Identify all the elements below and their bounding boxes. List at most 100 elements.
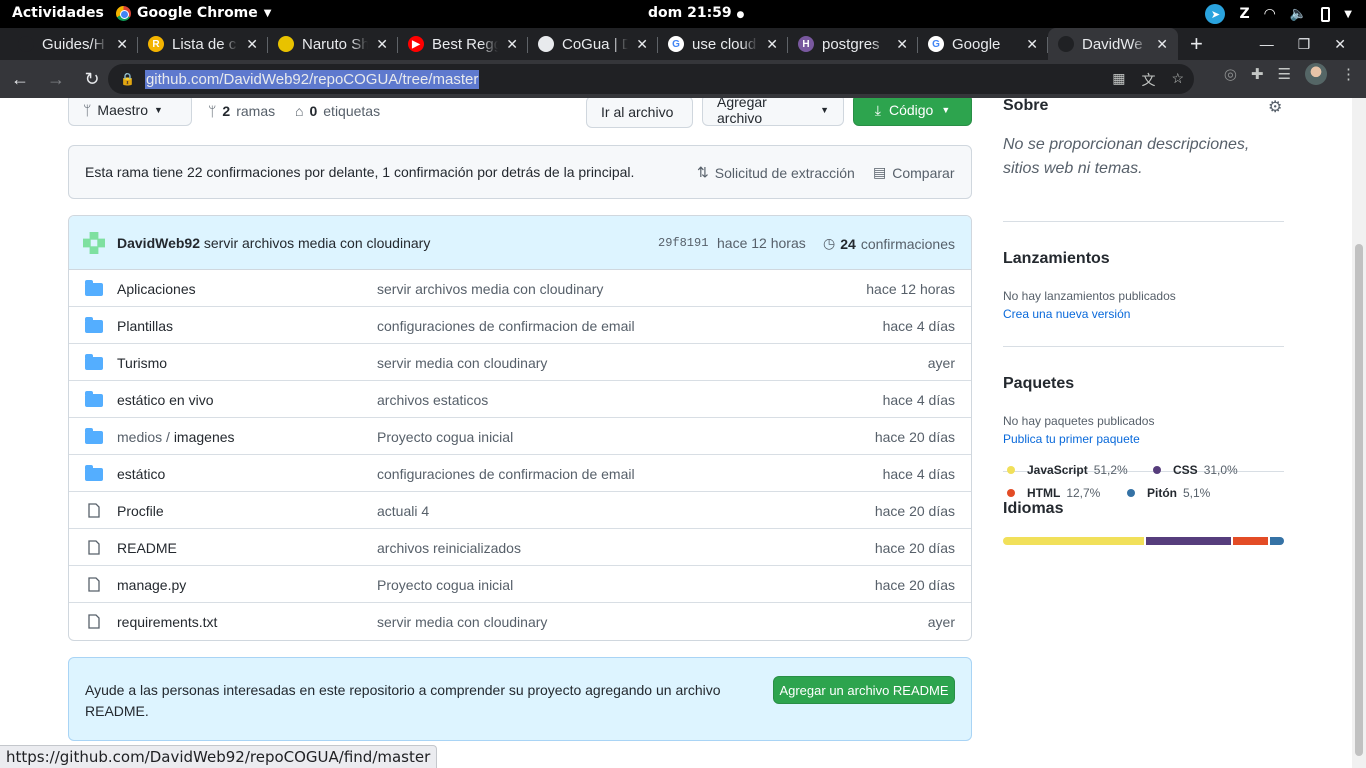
close-tab-icon[interactable]: ✕ — [376, 36, 388, 53]
maximize-icon[interactable]: ❐ — [1298, 36, 1311, 53]
file-name-cell[interactable]: estático — [117, 466, 165, 482]
menu-kebab-icon[interactable]: ⋮ — [1341, 65, 1356, 83]
gear-icon[interactable]: ⚙ — [1268, 98, 1282, 117]
file-row[interactable]: requirements.txt servir media con cloudin… — [69, 603, 971, 640]
qr-code-icon[interactable]: ▦ — [1112, 70, 1125, 90]
new-tab-button[interactable]: + — [1178, 28, 1215, 60]
file-row[interactable]: estático configuraciones de confirmacion … — [69, 455, 971, 492]
file-path-prefix[interactable]: medios / — [117, 429, 174, 445]
file-row[interactable]: Procfile actuali 4 hace 20 días — [69, 492, 971, 529]
system-tray[interactable]: ➤ Z ◠ 🔈 ▼ — [1205, 4, 1352, 24]
file-commit-message[interactable]: servir media con cloudinary — [377, 355, 547, 371]
reload-button[interactable]: ↻ — [76, 63, 108, 95]
browser-tab[interactable]: DavidWe ✕ — [1048, 28, 1178, 60]
language-item[interactable]: HTML 12,7% — [1007, 486, 1100, 500]
puzzle-icon[interactable]: ✚ — [1251, 65, 1264, 83]
commit-author[interactable]: DavidWeb92 — [117, 235, 200, 251]
close-tab-icon[interactable]: ✕ — [246, 36, 258, 53]
file-name[interactable]: requirements.txt — [117, 614, 217, 630]
browser-tab[interactable]: CoGua | D ✕ — [528, 28, 658, 60]
bookmark-star-icon[interactable]: ☆ — [1171, 70, 1184, 90]
commit-sha[interactable]: 29f8191 — [658, 236, 708, 250]
file-commit-message[interactable]: archivos reinicializados — [377, 540, 521, 556]
file-name[interactable]: Procfile — [117, 503, 164, 519]
file-commit-message[interactable]: Proyecto cogua inicial — [377, 577, 513, 593]
address-bar[interactable]: 🔒 github.com/DavidWeb92/repoCOGUA/tree/m… — [108, 64, 1194, 94]
author-avatar[interactable] — [83, 232, 105, 254]
close-tab-icon[interactable]: ✕ — [1026, 36, 1038, 53]
file-row[interactable]: Turismo servir media con cloudinary ayer — [69, 344, 971, 381]
branch-select[interactable]: ᛘ Maestro ▼ — [68, 98, 192, 126]
activities-button[interactable]: Actividades — [12, 5, 104, 21]
browser-tab[interactable]: Guides/H ✕ — [8, 28, 138, 60]
close-tab-icon[interactable]: ✕ — [1156, 36, 1168, 53]
browser-tab[interactable]: G Google ✕ — [918, 28, 1048, 60]
profile-avatar[interactable] — [1305, 63, 1327, 85]
file-name-cell[interactable]: requirements.txt — [117, 614, 217, 630]
file-name-cell[interactable]: README — [117, 540, 177, 556]
create-release-link[interactable]: Crea una nueva versión — [1003, 307, 1130, 321]
tags-link[interactable]: ⌂ 0 etiquetas — [295, 103, 380, 119]
close-window-icon[interactable]: ✕ — [1334, 36, 1346, 53]
language-item[interactable]: JavaScript 51,2% — [1007, 463, 1128, 477]
file-name[interactable]: README — [117, 540, 177, 556]
file-name[interactable]: Aplicaciones — [117, 281, 196, 297]
clock[interactable]: dom 21:59 ● — [648, 5, 744, 21]
file-name[interactable]: imagenes — [174, 429, 235, 445]
file-name-cell[interactable]: Procfile — [117, 503, 164, 519]
media-control-icon[interactable]: ☰ — [1278, 65, 1291, 83]
file-commit-message[interactable]: configuraciones de confirmacion de email — [377, 318, 635, 334]
page-scrollbar[interactable] — [1352, 98, 1366, 768]
browser-tab[interactable]: ▶ Best Regg ✕ — [398, 28, 528, 60]
extension-icon[interactable]: ◎ — [1224, 65, 1237, 83]
minimize-icon[interactable]: — — [1260, 36, 1274, 52]
file-row[interactable]: Aplicaciones servir archivos media con cl… — [69, 270, 971, 307]
file-row[interactable]: medios / imagenes Proyecto cogua inicial h… — [69, 418, 971, 455]
close-tab-icon[interactable]: ✕ — [766, 36, 778, 53]
file-name-cell[interactable]: estático en vivo — [117, 392, 214, 408]
file-name-cell[interactable]: manage.py — [117, 577, 186, 593]
file-commit-message[interactable]: Proyecto cogua inicial — [377, 429, 513, 445]
file-name[interactable]: estático — [117, 466, 165, 482]
file-row[interactable]: manage.py Proyecto cogua inicial hace 20 d… — [69, 566, 971, 603]
commit-message[interactable]: servir archivos media con cloudinary — [204, 235, 430, 251]
file-commit-message[interactable]: servir archivos media con cloudinary — [377, 281, 603, 297]
file-name[interactable]: Turismo — [117, 355, 167, 371]
browser-tab[interactable]: Hpostgres ✕ — [788, 28, 918, 60]
volume-icon[interactable]: 🔈 — [1290, 6, 1307, 22]
forward-button[interactable]: → — [40, 63, 72, 95]
close-tab-icon[interactable]: ✕ — [506, 36, 518, 53]
zotero-icon[interactable]: Z — [1239, 6, 1249, 22]
branches-link[interactable]: ᛘ 2 ramas — [208, 103, 275, 119]
close-tab-icon[interactable]: ✕ — [636, 36, 648, 53]
file-commit-message[interactable]: servir media con cloudinary — [377, 614, 547, 630]
add-file-button[interactable]: Agregar archivo ▼ — [702, 98, 844, 126]
file-commit-message[interactable]: archivos estaticos — [377, 392, 488, 408]
browser-tab[interactable]: Naruto Sh ✕ — [268, 28, 398, 60]
close-tab-icon[interactable]: ✕ — [896, 36, 908, 53]
language-item[interactable]: CSS 31,0% — [1153, 463, 1238, 477]
translate-icon[interactable]: 文 — [1141, 70, 1155, 90]
publish-package-link[interactable]: Publica tu primer paquete — [1003, 432, 1140, 446]
go-to-file-button[interactable]: Ir al archivo — [586, 98, 693, 128]
file-commit-message[interactable]: configuraciones de confirmacion de email — [377, 466, 635, 482]
file-name[interactable]: manage.py — [117, 577, 186, 593]
file-name[interactable]: Plantillas — [117, 318, 173, 334]
battery-icon[interactable] — [1321, 6, 1331, 22]
file-commit-message[interactable]: actuali 4 — [377, 503, 429, 519]
app-menu[interactable]: Google Chrome ▼ — [116, 5, 271, 21]
language-item[interactable]: Pitón 5,1% — [1127, 486, 1210, 500]
back-button[interactable]: ← — [4, 63, 36, 95]
compare-link[interactable]: ▤ Comparar — [873, 164, 954, 181]
file-row[interactable]: estático en vivo archivos estaticos hace 4… — [69, 381, 971, 418]
file-name-cell[interactable]: medios / imagenes — [117, 429, 235, 445]
browser-tab[interactable]: R Lista de c ✕ — [138, 28, 268, 60]
close-tab-icon[interactable]: ✕ — [116, 36, 128, 53]
caret-down-icon[interactable]: ▼ — [1344, 9, 1352, 20]
pull-request-link[interactable]: ⇅ Solicitud de extracción — [697, 164, 855, 181]
packages-title[interactable]: Paquetes — [1003, 375, 1074, 393]
url-text[interactable]: github.com/DavidWeb92/repoCOGUA/tree/mas… — [144, 69, 480, 89]
file-row[interactable]: README archivos reinicializados hace 20 dí… — [69, 529, 971, 566]
commits-link[interactable]: ◷ 24 confirmaciones — [823, 235, 955, 252]
file-name[interactable]: estático en vivo — [117, 392, 214, 408]
